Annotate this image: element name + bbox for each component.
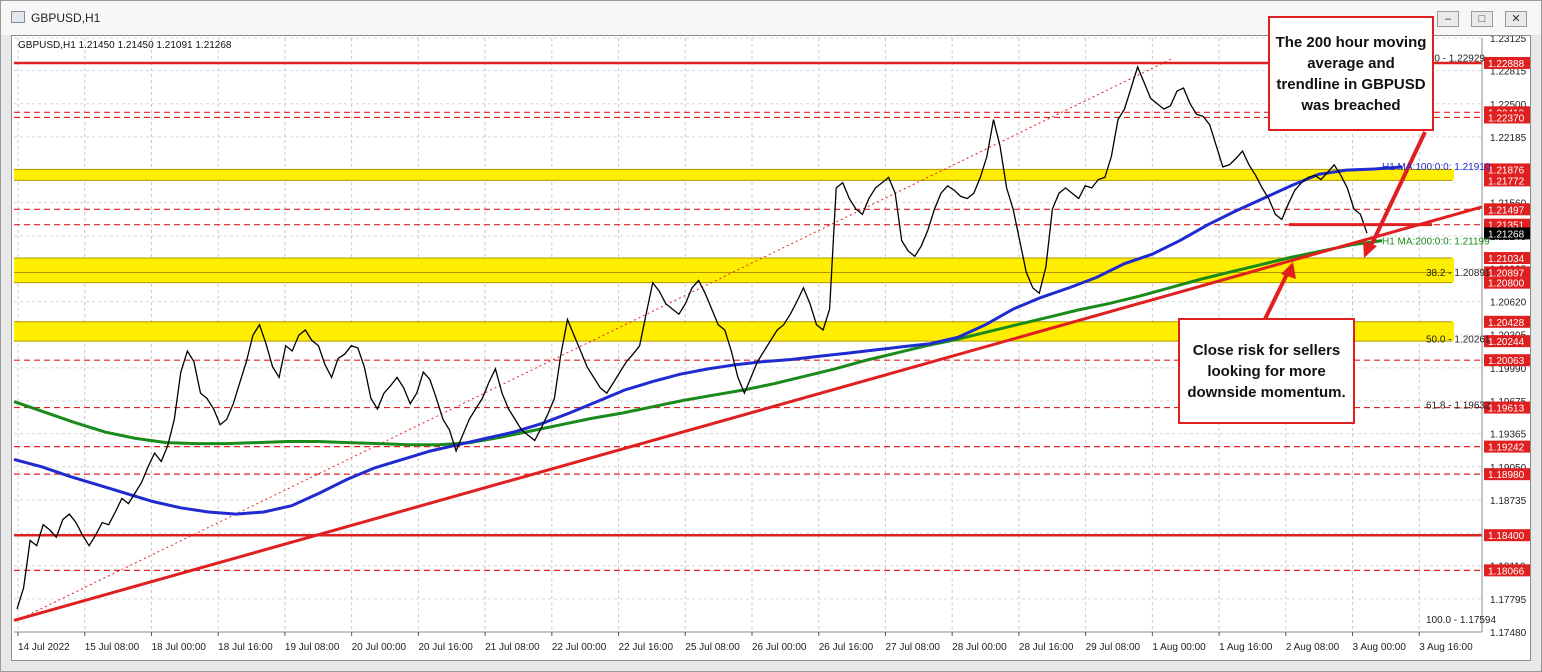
current-price-label: 1.21268 xyxy=(1488,229,1525,240)
ma200-label: H1 MA:200:0:0: 1.21199 xyxy=(1382,237,1490,248)
y-tick-label: 1.18735 xyxy=(1490,496,1527,507)
x-tick-label: 1 Aug 00:00 xyxy=(1152,642,1206,653)
level-price-label: 1.22888 xyxy=(1488,59,1525,70)
level-price-label: 1.19613 xyxy=(1488,404,1525,415)
ma100-label: H1 MA:100:0:0: 1.21910 xyxy=(1382,162,1491,173)
x-tick-label: 26 Jul 16:00 xyxy=(819,642,874,653)
x-tick-label: 1 Aug 16:00 xyxy=(1219,642,1273,653)
level-price-label: 1.20244 xyxy=(1488,337,1525,348)
level-price-label: 1.21772 xyxy=(1488,176,1525,187)
x-tick-label: 21 Jul 08:00 xyxy=(485,642,540,653)
y-tick-label: 1.23125 xyxy=(1490,36,1527,45)
level-price-label: 1.22370 xyxy=(1488,113,1525,124)
level-price-label: 1.21034 xyxy=(1488,254,1525,265)
x-tick-label: 18 Jul 16:00 xyxy=(218,642,273,653)
x-tick-label: 29 Jul 08:00 xyxy=(1086,642,1141,653)
x-tick-label: 27 Jul 08:00 xyxy=(885,642,940,653)
level-price-label: 1.20063 xyxy=(1488,356,1525,367)
y-tick-label: 1.17795 xyxy=(1490,595,1527,606)
x-tick-label: 28 Jul 16:00 xyxy=(1019,642,1074,653)
level-price-label: 1.18980 xyxy=(1488,470,1525,481)
x-tick-label: 2 Aug 08:00 xyxy=(1286,642,1340,653)
chart-window: GBPUSD,H1 – □ ✕ 1.23125 1.22815 1.22500 1.2… xyxy=(0,0,1542,672)
x-tick-label: 18 Jul 00:00 xyxy=(151,642,206,653)
level-price-label: 1.19242 xyxy=(1488,443,1525,454)
y-tick-label: 1.19365 xyxy=(1490,430,1527,441)
level-price-label: 1.20800 xyxy=(1488,279,1525,290)
x-tick-label: 25 Jul 08:00 xyxy=(685,642,740,653)
close-button[interactable]: ✕ xyxy=(1505,11,1527,27)
x-tick-label: 20 Jul 16:00 xyxy=(418,642,473,653)
annotation-risk-box: Close risk for sellers looking for more … xyxy=(1178,318,1355,424)
y-tick-label: 1.17480 xyxy=(1490,628,1527,639)
x-tick-label: 20 Jul 00:00 xyxy=(352,642,407,653)
x-tick-label: 15 Jul 08:00 xyxy=(85,642,140,653)
maximize-button[interactable]: □ xyxy=(1471,11,1493,27)
symbol-info-label: GBPUSD,H1 1.21450 1.21450 1.21091 1.2126… xyxy=(18,40,232,51)
arrow-top-head xyxy=(1363,241,1377,258)
window-title: GBPUSD,H1 xyxy=(31,11,101,25)
x-tick-label: 22 Jul 16:00 xyxy=(619,642,674,653)
fibonacci-label: 100.0 - 1.17594 xyxy=(1426,615,1496,626)
fibonacci-label: 50.0 - 1.20261 xyxy=(1426,334,1491,345)
level-price-label: 1.20428 xyxy=(1488,318,1525,329)
x-tick-label: 3 Aug 16:00 xyxy=(1419,642,1473,653)
x-tick-label: 19 Jul 08:00 xyxy=(285,642,340,653)
x-tick-label: 28 Jul 00:00 xyxy=(952,642,1007,653)
x-tick-label: 22 Jul 00:00 xyxy=(552,642,607,653)
x-tick-label: 14 Jul 2022 xyxy=(18,642,70,653)
x-tick-label: 26 Jul 00:00 xyxy=(752,642,807,653)
fibonacci-label: 0.0 - 1.22929 xyxy=(1426,54,1485,65)
support-resistance-band xyxy=(14,169,1454,181)
x-tick-label: 3 Aug 00:00 xyxy=(1353,642,1407,653)
y-tick-label: 1.22185 xyxy=(1490,133,1527,144)
annotation-breach-box: The 200 hour moving average and trendlin… xyxy=(1268,16,1434,131)
fibonacci-label: 61.8 - 1.19632 xyxy=(1426,401,1491,412)
level-price-label: 1.18400 xyxy=(1488,531,1525,542)
chart-window-icon xyxy=(11,11,25,23)
minimize-button[interactable]: – xyxy=(1437,11,1459,27)
level-price-label: 1.18066 xyxy=(1488,566,1525,577)
fibonacci-label: 38.2 - 1.20891 xyxy=(1426,268,1491,279)
y-tick-label: 1.20620 xyxy=(1490,298,1527,309)
level-price-label: 1.21497 xyxy=(1488,205,1525,216)
